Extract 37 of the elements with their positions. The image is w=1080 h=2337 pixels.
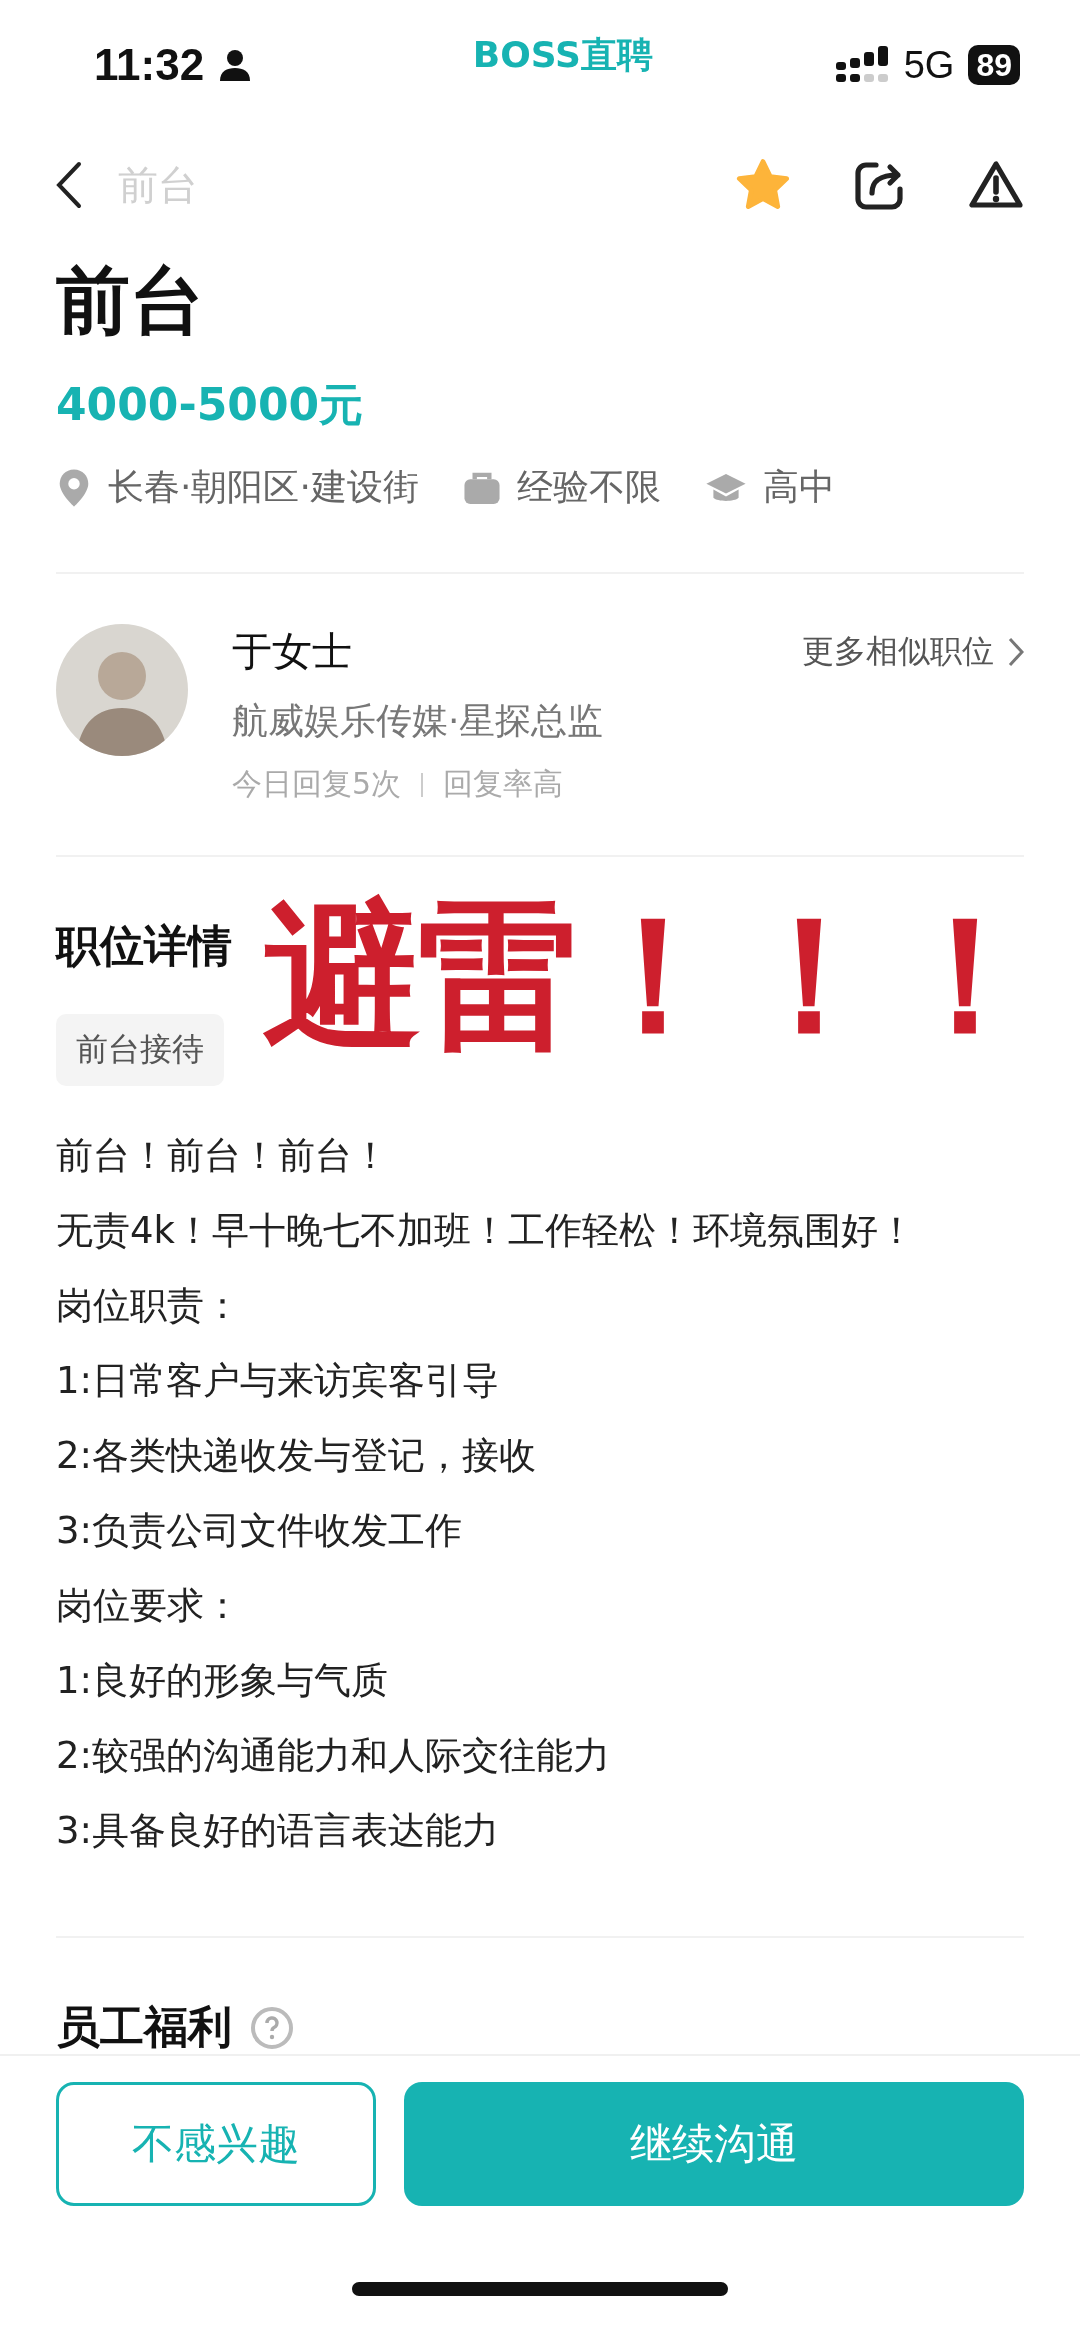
recruiter-name: 于女士	[232, 627, 352, 676]
person-icon	[220, 49, 251, 81]
reply-rate: 回复率高	[443, 765, 564, 803]
app-name: BOSS直聘	[472, 32, 654, 77]
description-line: 1:良好的形象与气质	[56, 1658, 389, 1704]
signal-icon	[835, 46, 890, 84]
chevron-right-icon	[1008, 636, 1024, 667]
description-line: 3:负责公司文件收发工作	[56, 1508, 463, 1554]
recruiter-company: 航威娱乐传媒·星探总监	[232, 699, 605, 743]
description-line: 3:具备良好的语言表达能力	[56, 1808, 500, 1854]
status-time: 11:32	[94, 40, 205, 90]
job-tag: 高中	[762, 463, 835, 512]
job-tag: 长春·朝阳区·建设街	[108, 463, 419, 512]
back-icon[interactable]	[56, 161, 82, 209]
description-line: 前台！前台！前台！	[56, 1133, 390, 1179]
share-icon[interactable]	[854, 159, 906, 211]
more-similar-jobs-link[interactable]: 更多相似职位	[802, 626, 1024, 677]
star-icon[interactable]	[734, 158, 792, 212]
description-line: 岗位要求：	[56, 1583, 242, 1629]
battery-level: 89	[968, 45, 1020, 85]
section-heading: 职位详情	[56, 919, 233, 973]
job-tag: 经验不限	[516, 463, 661, 512]
description-line: 1:日常客户与来访宾客引导	[56, 1358, 500, 1404]
network-label: 5G	[903, 43, 955, 87]
description-line: 2:各类快递收发与登记，接收	[56, 1433, 537, 1479]
section-heading: 员工福利	[56, 2000, 232, 2054]
description-line: 2:较强的沟通能力和人际交往能力	[56, 1733, 611, 1779]
reply-count: 今日回复5次	[232, 765, 402, 803]
continue-chat-button[interactable]: 继续沟通	[404, 2082, 1024, 2206]
warning-icon[interactable]	[968, 160, 1024, 210]
not-interested-button[interactable]: 不感兴趣	[56, 2082, 376, 2206]
description-line: 岗位职责：	[56, 1283, 242, 1329]
job-title: 前台	[56, 256, 205, 345]
salary: 4000-5000元	[56, 378, 365, 432]
skill-tag: 前台接待	[56, 1014, 224, 1086]
description-line: 无责4k！早十晚七不加班！工作轻松！环境氛围好！	[56, 1208, 916, 1254]
warning-annotation: 避雷！！！	[262, 881, 1042, 1071]
